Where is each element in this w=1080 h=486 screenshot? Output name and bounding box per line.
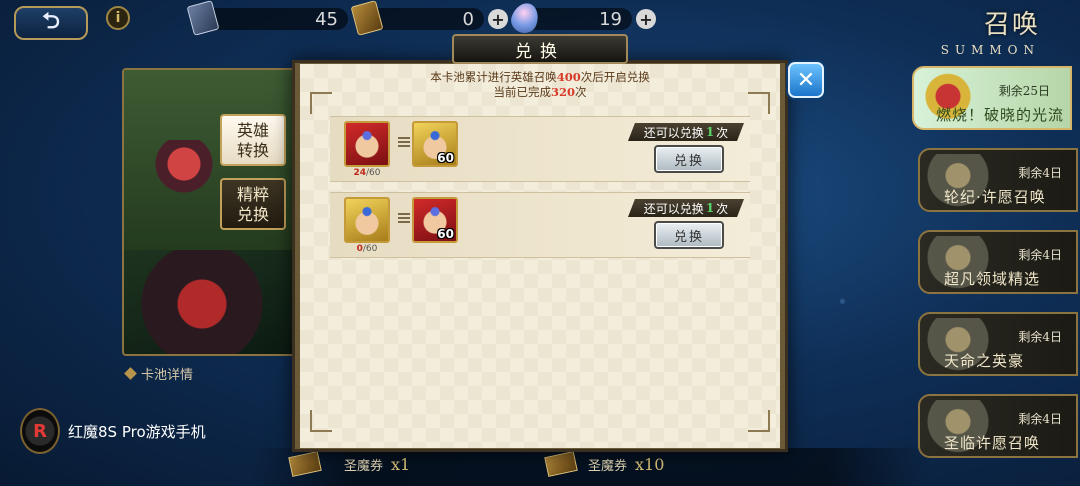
close-icon: ✕ [796,67,816,93]
resource-crystal: 19 + [507,0,656,37]
notice-text: 次 [575,85,587,99]
page-title-zh: 召唤 [983,10,1040,40]
tab-label-line2: 转换 [236,141,269,160]
crystal-icon [507,0,543,37]
banner-name: 轮纪·许愿召唤 [944,188,1046,206]
banner-remaining: 剩余4日 [1018,330,1062,344]
notice-completed-count: 320 [550,85,575,99]
exchange-row: 24/60 60 还可以兑换 1 次 兑换 [330,116,750,182]
remaining-text: 次 [716,125,729,140]
banner-item-3[interactable]: 剩余4日 超凡领域精选 [918,230,1078,294]
source-hero-portrait[interactable] [344,121,390,167]
pool-detail-link[interactable]: 卡池详情 [124,364,194,383]
progress-total: /60 [362,244,378,254]
notice-text: 当前已完成 [493,85,551,99]
progress-current: 24 [353,168,367,178]
banner-remaining: 剩余25日 [998,84,1050,98]
exchange-notice: 本卡池累计进行英雄召唤400次后开启兑换 当前已完成320次 [300,70,780,100]
banner-item-1[interactable]: 剩余25日 燃烧！破晓的光流 [912,66,1072,130]
watermark-text: 红魔8S Pro游戏手机 [68,422,206,441]
remaining-text: 还可以兑换 [643,125,704,140]
target-hero-portrait[interactable]: 60 [412,121,458,167]
resource-gold-ticket: 0 + [350,0,508,36]
close-button[interactable]: ✕ [788,62,824,98]
banner-remaining: 剩余4日 [1018,166,1062,180]
ticket-multiplier: x1 [391,454,411,474]
back-arrow-icon: ⮌ [42,9,60,34]
target-hero-portrait[interactable]: 60 [412,197,458,243]
hero-sprite [154,140,214,220]
ticket-multiplier: x10 [635,454,665,474]
gold-ticket-icon [350,0,384,36]
source-hero-portrait[interactable] [344,197,390,243]
banner-item-5[interactable]: 剩余4日 圣临许愿召唤 [918,394,1078,458]
page-title-en: SUMMON [940,43,1040,57]
device-logo-icon: R [20,408,60,454]
banner-item-4[interactable]: 剩余4日 天命之英豪 [918,312,1078,376]
exchange-button[interactable]: 兑换 [654,145,724,173]
banner-remaining: 剩余4日 [1018,248,1062,262]
remaining-count: 1 [705,201,715,215]
banner-name: 超凡领域精选 [944,270,1041,288]
notice-text: 本卡池累计进行英雄召唤 [430,70,557,84]
equals-icon [398,137,410,149]
tab-label-line1: 精粹 [236,185,269,204]
ticket-label: 圣魔券 [588,458,628,474]
remaining-count: 1 [705,125,715,139]
tab-essence-exchange[interactable]: 精粹 兑换 [220,178,286,230]
banner-name: 燃烧！破晓的光流 [936,106,1065,124]
progress-total: /60 [366,168,381,178]
banner-remaining: 剩余4日 [1018,412,1062,426]
page-title: 召唤 SUMMON [941,4,1040,57]
ticket-label: 圣魔券 [344,458,384,474]
notice-text: 次后开启兑换 [580,70,650,84]
add-gold-ticket-button[interactable]: + [488,9,508,29]
banner-name: 天命之英豪 [944,352,1025,370]
remaining-exchanges: 还可以兑换 1 次 [628,123,744,141]
dialog-title: 兑换 [452,34,628,64]
info-icon[interactable]: i [106,6,130,30]
remaining-text: 还可以兑换 [643,201,704,216]
pool-detail-label: 卡池详情 [141,368,194,383]
remaining-text: 次 [716,201,729,216]
tab-label-line1: 英雄 [236,121,269,140]
exchange-button[interactable]: 兑换 [654,221,724,249]
tab-label-line2: 兑换 [236,205,269,224]
add-crystal-button[interactable]: + [636,9,656,29]
summon-ten-ticket[interactable]: 圣魔券 x10 [544,451,665,477]
summon-once-ticket[interactable]: 圣魔券 x1 [288,451,411,477]
equals-icon [398,213,410,225]
diamond-icon [124,367,137,380]
exchange-row: 0/60 60 还可以兑换 1 次 兑换 [330,192,750,258]
dialog-corner-ornament [310,410,332,432]
remaining-exchanges: 还可以兑换 1 次 [628,199,744,217]
resource-summon-ticket: 45 [186,0,348,36]
target-count: 60 [437,227,454,241]
banner-item-2[interactable]: 剩余4日 轮纪·许愿召唤 [918,148,1078,212]
resource-value: 45 [198,8,348,30]
hero-artwork [134,250,300,354]
device-watermark: R 红魔8S Pro游戏手机 [20,408,206,454]
ticket-icon [544,451,578,477]
notice-line-2: 当前已完成320次 [300,85,780,100]
source-progress: 0/60 [344,244,390,254]
back-button[interactable]: ⮌ [14,6,88,40]
target-count: 60 [437,151,454,165]
banner-name: 圣临许愿召唤 [944,434,1041,452]
source-progress: 24/60 [344,168,390,178]
dialog-corner-ornament [748,410,770,432]
tab-hero-convert[interactable]: 英雄 转换 [220,114,286,166]
card-ticket-icon [186,0,220,36]
notice-line-1: 本卡池累计进行英雄召唤400次后开启兑换 [300,70,780,85]
notice-required-count: 400 [556,70,581,84]
ticket-icon [288,451,322,477]
